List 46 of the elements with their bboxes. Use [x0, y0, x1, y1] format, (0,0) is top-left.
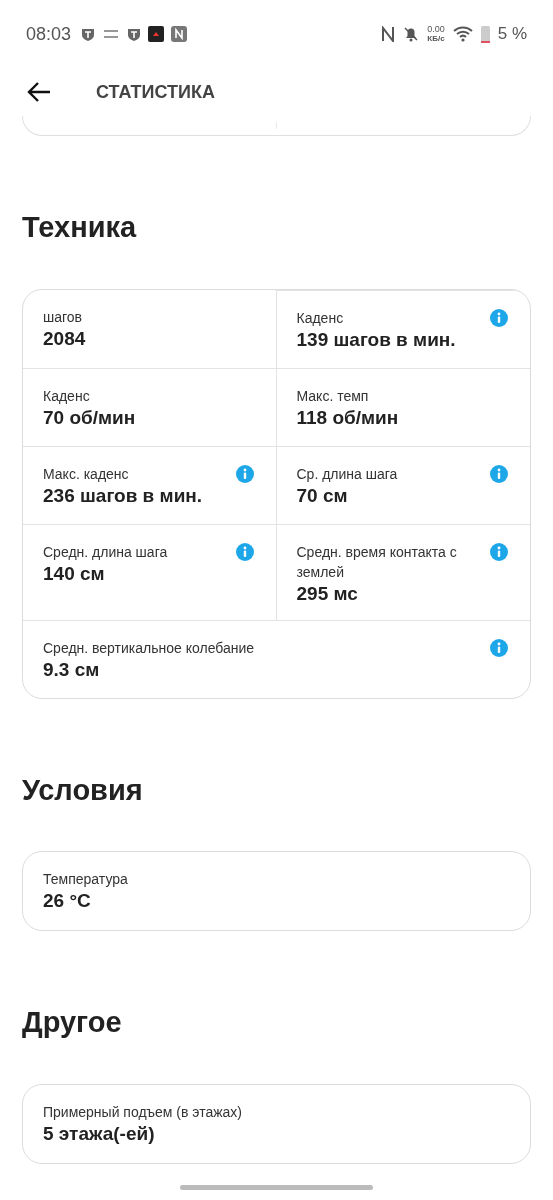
stat-label: Средн. вертикальное колебание [43, 638, 256, 658]
info-icon [490, 542, 508, 561]
back-arrow-icon [27, 82, 51, 102]
stat-label: шагов [43, 307, 84, 327]
app-icon [148, 26, 165, 42]
stat-label: Макс. темп [296, 386, 370, 406]
stat-value: 236 шагов в мин. [43, 483, 204, 508]
stat-value: 295 мс [296, 581, 359, 606]
stat-label: Каденс [296, 308, 345, 328]
info-icon [490, 464, 508, 483]
stat-value: 5 этажа(-ей) [43, 1121, 156, 1146]
stat-value: 139 шагов в мин. [296, 327, 457, 352]
shield-icon [81, 27, 96, 41]
info-icon [490, 638, 508, 657]
info-icon [490, 308, 508, 327]
app-logo-icon [102, 28, 121, 40]
network-unit: КБ/с [427, 34, 445, 43]
stat-value: 9.3 см [43, 657, 101, 682]
network-speed: 0.00 [427, 25, 445, 34]
stat-value: 26 °C [43, 889, 92, 913]
section-title: Условия [22, 772, 144, 808]
info-icon [235, 464, 254, 483]
stat-value: 70 об/мин [43, 405, 137, 430]
stat-value: 2084 [43, 326, 87, 351]
stat-label: Средн. время контакта с землей [296, 542, 458, 582]
stat-value: 70 см [296, 483, 349, 508]
battery-icon [480, 25, 490, 43]
stat-label: Примерный подъем (в этажах) [43, 1102, 244, 1122]
stat-label: Каденс [43, 386, 91, 406]
shield-icon [127, 27, 142, 41]
stat-value: 118 об/мин [296, 405, 400, 430]
section-title: Другое [22, 1005, 123, 1040]
screen-title: СТАТИСТИКА [96, 80, 215, 104]
nfc-icon [381, 26, 396, 42]
wifi-icon [452, 26, 473, 42]
stat-label: Температура [43, 870, 129, 889]
stat-value: 140 см [43, 561, 106, 586]
stat-label: Макс. каденс [43, 464, 130, 484]
info-icon [235, 542, 254, 561]
stat-label: Средн. длина шага [43, 542, 169, 562]
battery-level: 5 % [497, 23, 527, 46]
status-time: 08:03 [26, 22, 72, 46]
stat-label: Ср. длина шага [296, 464, 399, 484]
section-title: Техника [22, 210, 138, 245]
bell-off-icon [403, 26, 420, 42]
nfc-icon [171, 26, 188, 42]
